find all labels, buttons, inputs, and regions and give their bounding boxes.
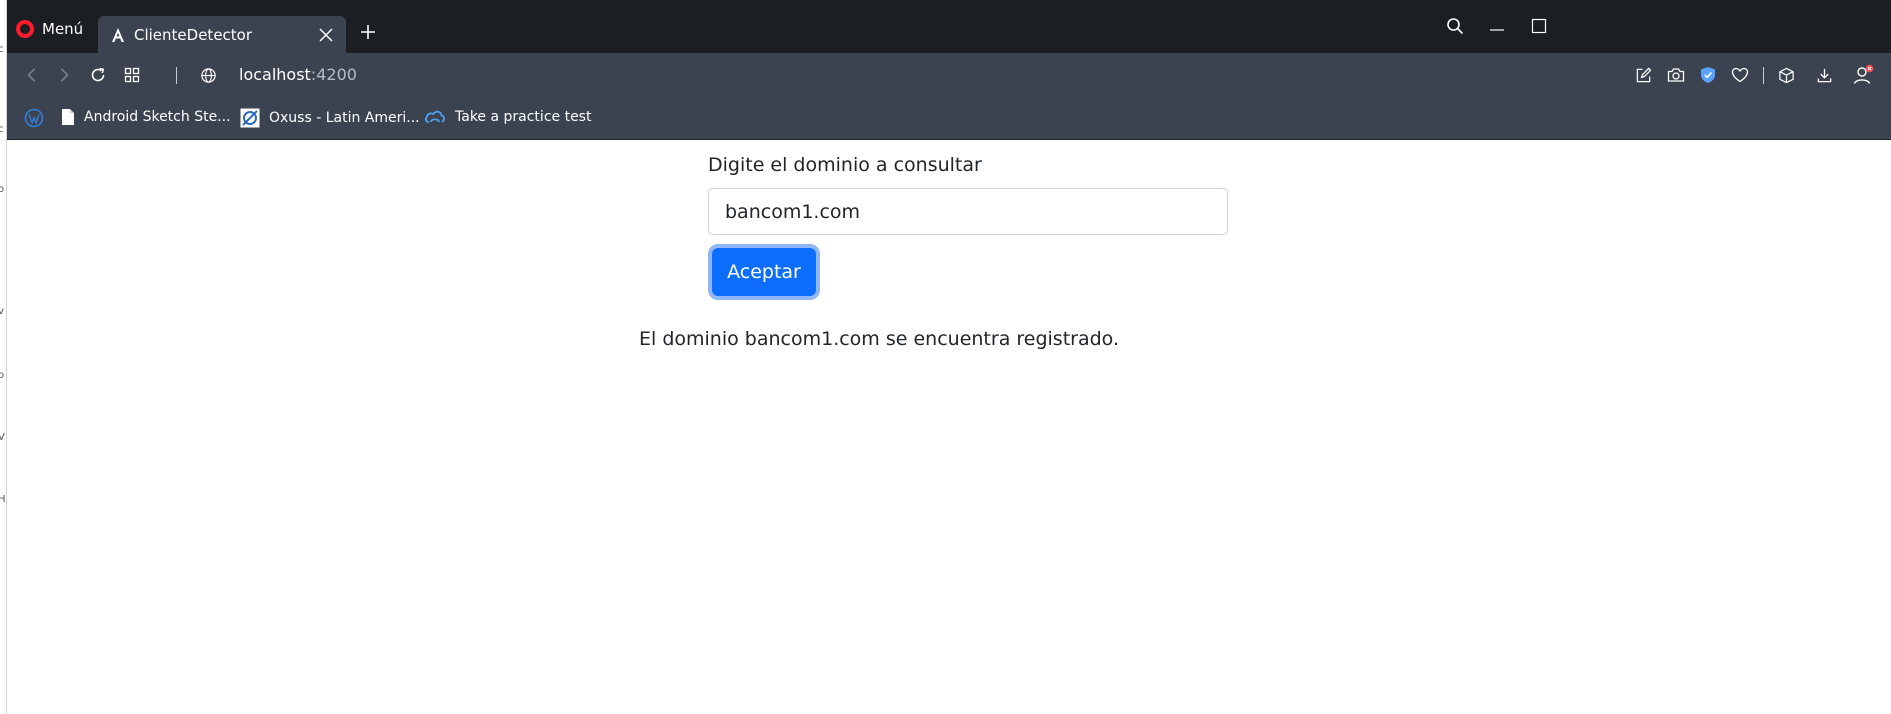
tab-clientedetector[interactable]: ClienteDetector: [98, 16, 346, 53]
tabs-grid-icon[interactable]: [120, 63, 144, 87]
bookmark-practice-test[interactable]: Take a practice test: [424, 108, 591, 126]
back-icon[interactable]: [20, 63, 44, 87]
left-window-edge: c c o v o V H: [0, 0, 7, 714]
toolbar-divider: [176, 67, 177, 84]
extensions-cube-icon[interactable]: [1774, 63, 1798, 87]
forward-icon[interactable]: [52, 63, 76, 87]
page-icon: [62, 109, 74, 125]
url-port: :4200: [310, 65, 357, 84]
bookmark-label: Take a practice test: [455, 109, 592, 125]
vpn-shield-icon[interactable]: [1696, 63, 1720, 87]
account-icon[interactable]: [1851, 63, 1875, 87]
bookmarks-bar: Android Sketch Ste... Oxuss - Latin Amer…: [6, 97, 1891, 140]
domain-input[interactable]: [708, 188, 1228, 235]
tab-bar: Menú ClienteDetector: [6, 0, 1891, 53]
bookmark-label: Oxuss - Latin Ameri...: [269, 110, 420, 126]
wordpress-icon: [24, 108, 44, 128]
address-bar[interactable]: localhost :4200: [239, 65, 357, 84]
search-tabs-icon[interactable]: [1443, 14, 1467, 38]
browser-window: Menú ClienteDetector localhost:4200 And…: [6, 0, 1891, 140]
bookmark-label: Android Sketch Ste...: [84, 109, 231, 125]
heart-icon[interactable]: [1728, 63, 1752, 87]
reload-icon[interactable]: [86, 63, 110, 87]
close-tab-icon[interactable]: [316, 25, 336, 45]
maximize-window-icon[interactable]: [1527, 14, 1551, 38]
opera-menu-button[interactable]: Menú: [16, 20, 83, 38]
aceptar-button[interactable]: Aceptar: [712, 248, 816, 296]
oxuss-icon: [240, 108, 260, 128]
bookmark-oxuss[interactable]: Oxuss - Latin Ameri...: [240, 108, 420, 128]
angular-icon: [110, 27, 126, 43]
minimize-window-icon[interactable]: [1485, 14, 1509, 38]
snap-edit-icon[interactable]: [1631, 63, 1655, 87]
address-toolbar: localhost :4200: [6, 53, 1891, 97]
result-message: El dominio bancom1.com se encuentra regi…: [639, 328, 1119, 350]
site-info-globe-icon[interactable]: [196, 63, 220, 87]
domain-label: Digite el dominio a consultar: [708, 154, 982, 176]
menu-label: Menú: [42, 20, 84, 38]
bookmark-android-sketch[interactable]: Android Sketch Ste...: [61, 108, 231, 126]
toolbar-divider: [1763, 67, 1764, 84]
tab-title: ClienteDetector: [134, 25, 253, 44]
download-icon[interactable]: [1812, 63, 1836, 87]
page-content: Digite el dominio a consultar Aceptar El…: [6, 140, 1891, 714]
url-host: localhost: [239, 65, 311, 84]
new-tab-icon[interactable]: [358, 22, 378, 42]
bookmark-wordpress[interactable]: [24, 108, 44, 128]
opera-logo-icon: [16, 20, 34, 38]
cloud-icon: [424, 110, 445, 123]
camera-icon[interactable]: [1664, 63, 1688, 87]
